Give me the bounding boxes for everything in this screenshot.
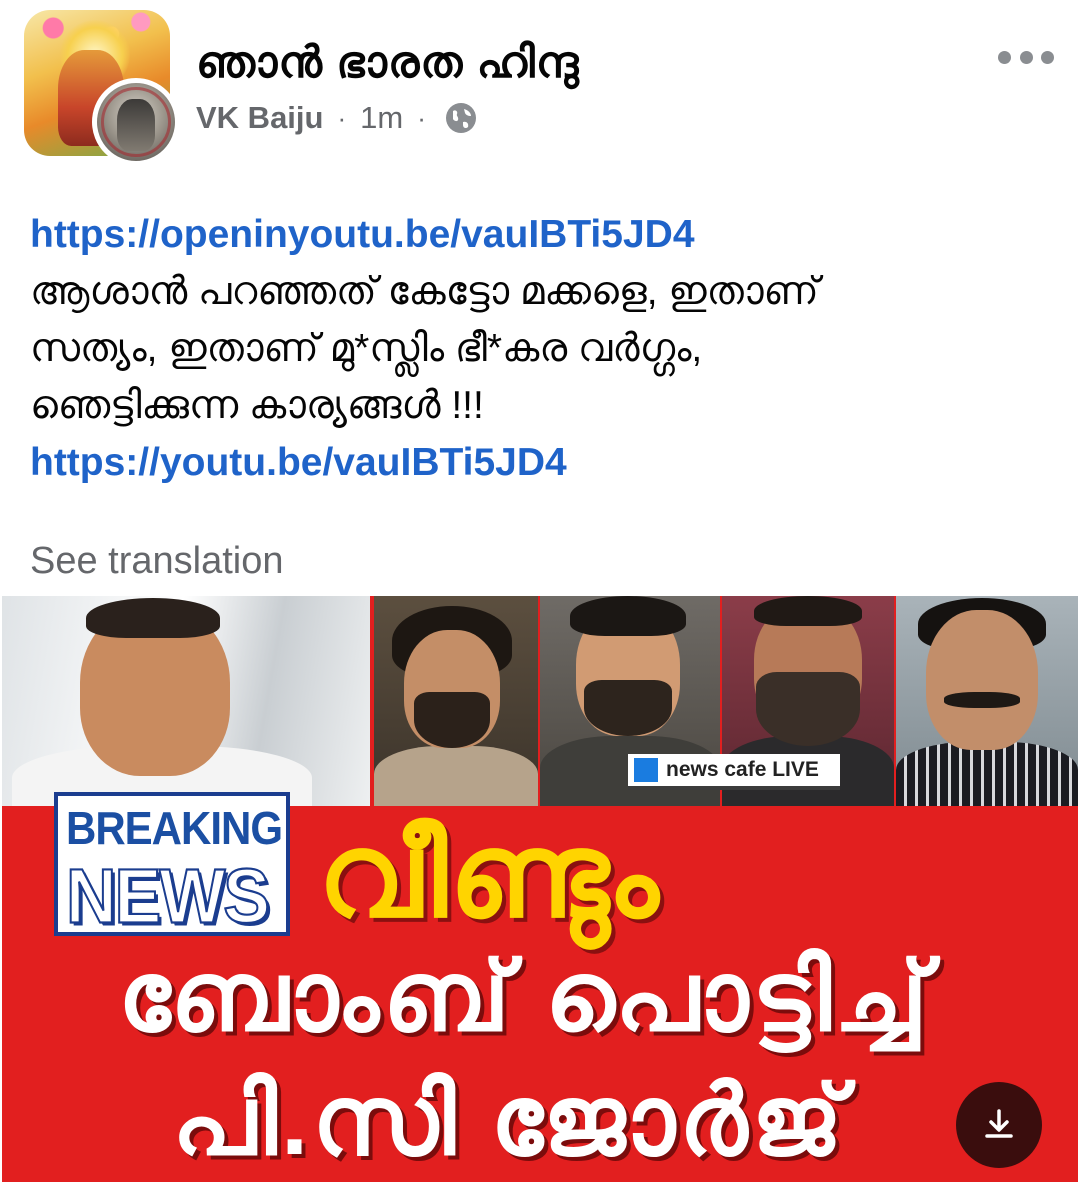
post-image[interactable]: news cafe LIVE BREAKING NEWS വീണ്ടും ബോം… xyxy=(2,596,1078,1182)
meta-separator: · xyxy=(337,102,347,133)
post-body: https://openinyoutu.be/vauIBTi5JD4 ആശാൻ … xyxy=(30,206,1060,491)
user-avatar-figure xyxy=(117,99,155,151)
post-text-line-3: ഞെട്ടിക്കുന്ന കാര്യങ്ങൾ !!! xyxy=(30,384,484,427)
more-options-icon[interactable] xyxy=(998,46,1054,68)
group-name[interactable]: ഞാൻ ഭാരത ഹിന്ദു xyxy=(196,38,579,88)
download-button[interactable] xyxy=(956,1082,1042,1168)
photo-person-1 xyxy=(2,596,370,806)
post-link-2[interactable]: https://youtu.be/vauIBTi5JD4 xyxy=(30,434,1060,491)
post-link-1[interactable]: https://openinyoutu.be/vauIBTi5JD4 xyxy=(30,206,1060,263)
meta-separator: · xyxy=(417,102,426,133)
see-translation-link[interactable]: See translation xyxy=(30,540,284,583)
breaking-news-badge: BREAKING NEWS xyxy=(54,792,290,940)
channel-logo-icon xyxy=(634,758,658,782)
news-channel-label: news cafe LIVE xyxy=(666,758,819,781)
post-meta: VK Baiju · 1m · xyxy=(196,98,478,138)
headline-line-1: വീണ്ടും xyxy=(318,810,661,942)
post-time[interactable]: 1m xyxy=(360,100,403,136)
post-header: ഞാൻ ഭാരത ഹിന്ദു VK Baiju · 1m · xyxy=(0,0,1080,170)
download-icon xyxy=(985,1109,1013,1138)
breaking-label: BREAKING xyxy=(66,802,283,854)
news-channel-badge: news cafe LIVE xyxy=(628,754,840,790)
photo-person-2 xyxy=(374,596,538,806)
globe-icon[interactable] xyxy=(444,101,478,135)
user-avatar[interactable] xyxy=(92,78,180,166)
photo-person-5 xyxy=(896,596,1078,806)
headline-line-2: ബോംബ് പൊട്ടിച്ച് xyxy=(118,941,932,1051)
photo-strip xyxy=(2,596,1078,806)
post-text-line-1: ആശാൻ പറഞ്ഞത് കേട്ടോ മക്കളെ, ഇതാണ് xyxy=(30,270,819,313)
author-name[interactable]: VK Baiju xyxy=(196,100,323,136)
headline-line-3: പി.സി ജോർജ് xyxy=(172,1065,847,1175)
post-text-line-2: സത്യം, ഇതാണ് മു*സ്ലിം ഭീ*കര വർഗ്ഗം, xyxy=(30,327,703,370)
news-label: NEWS xyxy=(65,852,271,940)
